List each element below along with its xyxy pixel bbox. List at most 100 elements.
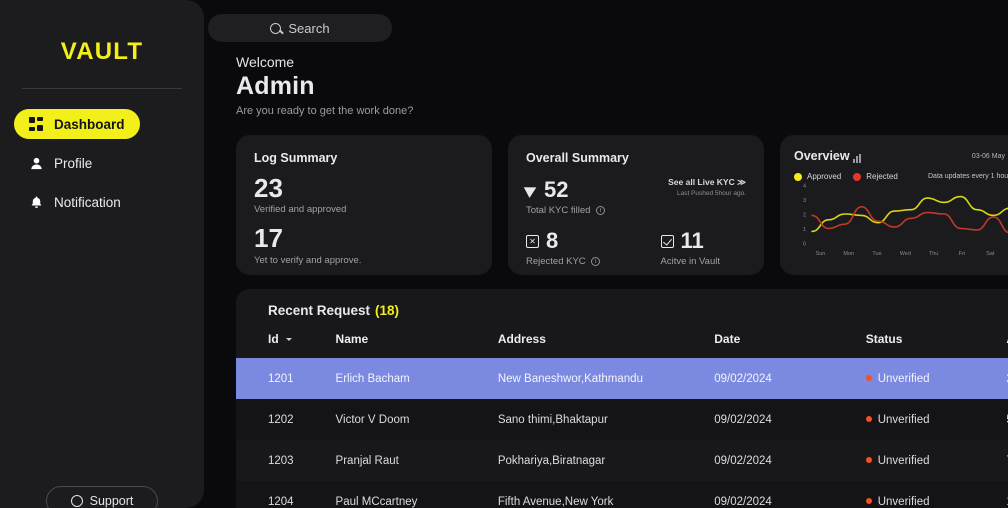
summary-cards: Log Summary 23 Verified and approved 17 …	[204, 117, 1008, 275]
cell-status: Unverified	[865, 440, 1007, 481]
search-input[interactable]: Search	[208, 14, 392, 42]
rejected-kyc-label: Rejected KYC	[526, 256, 586, 267]
overview-title: Overview	[794, 149, 850, 163]
table-row[interactable]: 1202 Victor V Doom Sano thimi,Bhaktapur 09/…	[236, 399, 1008, 440]
bell-icon	[28, 194, 44, 210]
status-dot-icon	[865, 457, 872, 464]
welcome-subtitle: Are you ready to get the work done?	[236, 105, 414, 117]
chart-legend: Approved Rejected Data updates every 1 h…	[794, 172, 1008, 181]
svg-text:0: 0	[803, 242, 806, 248]
cell-id: 1203	[268, 454, 294, 467]
live-kyc-link-block[interactable]: See all Live KYC ≫ Last Pushed 5hour ago…	[668, 177, 746, 216]
rejected-kyc-metric: ✕ 8 Rejected KYC i	[526, 228, 601, 267]
status-badge: Unverified	[877, 454, 930, 467]
status-badge: Unverified	[877, 372, 930, 385]
cell-date: 09/02/2024	[714, 358, 866, 399]
recent-request-title: Recent Request	[268, 303, 371, 318]
log-pending-value: 17	[254, 223, 283, 254]
column-header-name[interactable]: Name	[336, 332, 498, 358]
main-content: Search @victorr Van Doom Wel	[204, 0, 1008, 508]
cell-status: Unverified	[865, 399, 1007, 440]
status-dot-icon	[865, 498, 872, 505]
svg-text:2: 2	[803, 213, 806, 219]
support-button[interactable]: Support	[45, 486, 159, 508]
cell-id: 1204	[236, 481, 336, 508]
column-header-status[interactable]: Status	[866, 332, 1007, 358]
see-all-live-kyc-link[interactable]: See all Live KYC ≫	[668, 177, 746, 188]
welcome-block: Welcome Admin Are you ready to get the w…	[204, 54, 1008, 117]
cell-address: Pokhariya,Biratnagar	[497, 454, 606, 467]
overview-line-chart: 0 1 2 3 4 Sun Mon Tue Wed Thu Fri Sat	[803, 184, 1008, 257]
person-icon	[28, 155, 44, 171]
active-vault-label: Acitve in Vault	[660, 256, 721, 267]
table-header-row: Id Name Address Date Status Action	[236, 332, 1008, 358]
legend-label-rejected: Rejected	[866, 172, 898, 181]
column-header-address[interactable]: Address	[498, 332, 714, 358]
svg-text:3: 3	[803, 198, 806, 204]
cell-date: 09/02/2024	[714, 481, 866, 508]
cell-id: 1201	[236, 358, 336, 399]
total-kyc-label: Total KYC filled	[526, 205, 591, 216]
date-range-label: 03-06 May	[971, 152, 1005, 160]
sidebar-item-label: Profile	[54, 155, 93, 171]
chart-line-rejected	[811, 205, 1008, 234]
svg-text:Tue: Tue	[872, 251, 881, 257]
log-summary-card: Log Summary 23 Verified and approved 17 …	[236, 135, 492, 275]
overall-summary-card: Overall Summary 52 Total KYC filled i Se…	[508, 135, 764, 275]
overview-chart-card: Overview 03-06 May Approved Rejected Dat…	[780, 135, 1008, 275]
support-icon	[70, 495, 83, 507]
cell-date: 09/02/2024	[714, 454, 772, 467]
cell-status: Unverified	[865, 481, 1007, 508]
info-icon[interactable]: i	[591, 256, 601, 266]
legend-dot-approved	[794, 172, 802, 181]
sort-chevron-icon	[286, 338, 293, 342]
table-row[interactable]: 1203 Pranjal Raut Pokhariya,Biratnagar 09/0…	[236, 440, 1008, 481]
table-row[interactable]: 1204 Paul MCcartney Fifth Avenue,New York 0…	[236, 481, 1008, 508]
sidebar-item-profile[interactable]: Profile	[14, 148, 190, 178]
sidebar-item-dashboard[interactable]: Dashboard	[14, 109, 140, 139]
recent-request-panel: Recent Request (18) See all ≫ Id Name Ad…	[236, 289, 1008, 508]
legend-dot-rejected	[853, 172, 862, 181]
legend-label-approved: Approved	[807, 172, 842, 181]
svg-text:Sun: Sun	[816, 251, 826, 257]
support-container: Support	[0, 486, 204, 508]
log-verified-label: Verified and approved	[254, 204, 347, 216]
search-icon	[270, 22, 282, 34]
sidebar-nav: Dashboard Profile Notification	[0, 109, 204, 217]
check-box-icon	[660, 234, 674, 248]
grid-icon	[28, 116, 44, 132]
status-dot-icon	[865, 416, 872, 423]
svg-text:Fri: Fri	[959, 251, 965, 257]
column-header-date[interactable]: Date	[714, 332, 865, 358]
svg-text:Sat: Sat	[986, 251, 995, 257]
active-vault-value: 11	[680, 228, 704, 253]
log-verified-value: 23	[254, 173, 283, 203]
last-pushed-text: Last Pushed 5hour ago.	[676, 190, 746, 197]
sidebar: VAULT Dashboard Profile Notification Sup…	[0, 0, 204, 508]
sidebar-item-notification[interactable]: Notification	[14, 187, 190, 217]
active-vault-metric: 11 Acitve in Vault	[660, 228, 721, 267]
date-range-selector[interactable]: 03-06 May	[972, 153, 1008, 160]
legend-item-rejected: Rejected	[853, 172, 898, 181]
total-kyc-value: 52	[544, 177, 569, 202]
table-row[interactable]: 1201 Erlich Bacham New Baneshwor,Kathmandu…	[236, 358, 1008, 399]
overview-title-group: Overview	[794, 149, 861, 163]
legend-item-approved: Approved	[794, 172, 841, 181]
search-text: Search	[288, 20, 330, 36]
overview-header: Overview 03-06 May	[794, 149, 1008, 163]
svg-text:Thu: Thu	[929, 251, 938, 257]
chart-update-note: Data updates every 1 hours	[928, 173, 1008, 180]
info-icon[interactable]: i	[596, 205, 606, 215]
cell-address: New Baneshwor,Kathmandu	[497, 358, 715, 399]
column-header-id[interactable]: Id	[236, 332, 336, 358]
welcome-greeting: Welcome	[236, 54, 295, 70]
overall-summary-title: Overall Summary	[526, 151, 629, 165]
topbar: Search @victorr Van Doom	[204, 0, 1008, 56]
total-kyc-metric: 52 Total KYC filled i	[523, 177, 606, 216]
cell-id: 1202	[236, 399, 336, 440]
cell-name: Erlich Bacham	[335, 358, 498, 399]
sidebar-item-label: Dashboard	[54, 116, 125, 132]
svg-text:1: 1	[803, 227, 806, 233]
cell-date: 09/02/2024	[714, 399, 866, 440]
status-dot-icon	[865, 375, 872, 382]
